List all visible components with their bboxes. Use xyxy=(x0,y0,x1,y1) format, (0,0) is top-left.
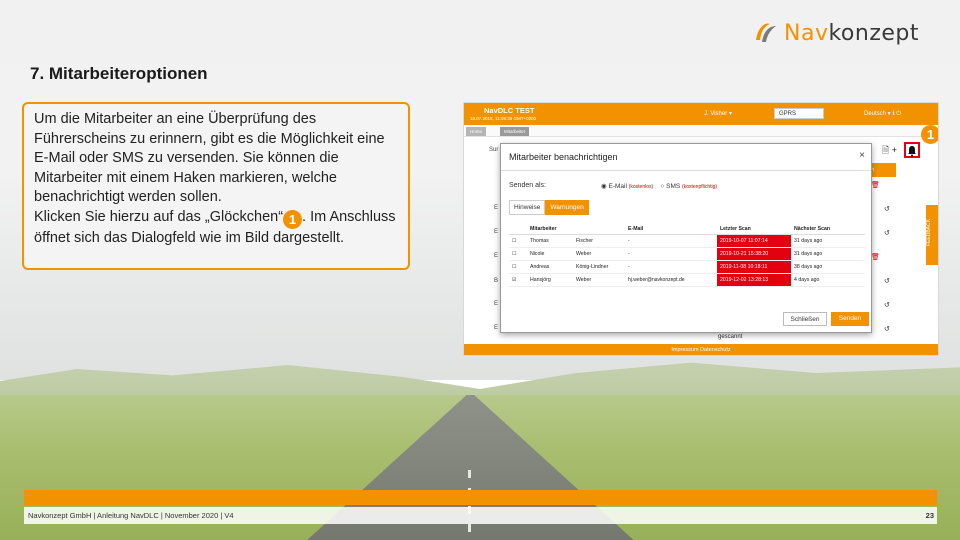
history-icon[interactable]: ↺ xyxy=(884,301,890,309)
send-button[interactable]: Senden xyxy=(831,312,869,326)
row-label: E xyxy=(494,301,499,307)
col-lastname xyxy=(573,224,625,235)
cell-last-scan: 2019-12-02 13:28:13 xyxy=(717,273,791,287)
scanned-label: gescannt xyxy=(718,334,743,340)
cell-mail: hj.weber@navkonzept.de xyxy=(625,273,717,287)
divider xyxy=(501,170,871,171)
bell-button[interactable] xyxy=(904,142,920,158)
history-icon[interactable]: ↺ xyxy=(884,229,890,237)
cell-last-scan: 2019-10-21 15:38:20 xyxy=(717,247,791,261)
send-options: ◉ E-Mail (kostenlos) ○ SMS (kostenpflich… xyxy=(601,182,717,190)
app-screenshot: NavDLC TEST 18.07.2018, 11:08:39 GMT+020… xyxy=(463,102,939,356)
tab-warnings[interactable]: Warnungen xyxy=(545,200,589,215)
email-note: (kostenlos) xyxy=(628,184,654,190)
col-last-scan: Letzter Scan xyxy=(717,224,791,235)
col-check xyxy=(509,224,527,235)
paragraph-2-start: Klicken Sie hierzu auf das „Glöckchen“ xyxy=(34,208,284,225)
logo-text: Navkonzept xyxy=(784,20,920,46)
tab-hints[interactable]: Hinweise xyxy=(509,200,546,215)
cell-last-scan: 2019-10-07 11:07:14 xyxy=(717,234,791,248)
dialog-title: Mitarbeiter benachrichtigen xyxy=(509,152,618,162)
row-checkbox[interactable]: ☐ xyxy=(509,247,527,261)
cell-mail: - xyxy=(625,260,717,274)
cell-first: Andreas xyxy=(527,260,573,274)
history-icon[interactable]: ↺ xyxy=(884,325,890,333)
row-label: E xyxy=(494,325,499,331)
employee-table: Mitarbeiter E-Mail Letzter Scan Nächster… xyxy=(509,224,865,287)
app-header: NavDLC TEST 18.07.2018, 11:08:39 GMT+020… xyxy=(464,103,938,125)
row-label: B xyxy=(494,278,499,284)
email-radio[interactable]: ◉ E-Mail xyxy=(601,183,627,190)
bell-icon xyxy=(908,146,916,157)
row-label: E xyxy=(494,253,499,259)
table-row: ☐ Andreas König-Lindner - 2019-11-08 10:… xyxy=(509,260,865,274)
row-label: Sur xyxy=(489,147,499,153)
footer-text: Navkonzept GmbH | Anleitung NavDLC | Nov… xyxy=(28,511,234,520)
cell-next-scan: 38 days ago xyxy=(791,260,865,274)
cell-next-scan: 31 days ago xyxy=(791,247,865,261)
road-marking xyxy=(468,470,471,540)
step-badge: 1 xyxy=(283,209,303,229)
sms-note: (kostenpflichtig) xyxy=(682,184,718,190)
app-footer[interactable]: Impressum Datenschutz xyxy=(464,344,938,355)
cell-next-scan: 4 days ago xyxy=(791,273,865,287)
cell-next-scan: 31 days ago xyxy=(791,234,865,248)
sms-radio[interactable]: ○ SMS xyxy=(660,183,680,190)
cell-first: Hansjörg xyxy=(527,273,573,287)
cell-mail: - xyxy=(625,247,717,261)
table-row: ☑ Hansjörg Weber hj.weber@navkonzept.de … xyxy=(509,273,865,287)
history-icon[interactable]: ↺ xyxy=(884,277,890,285)
breadcrumb-home[interactable]: Home xyxy=(466,127,487,136)
history-icon[interactable]: ↺ xyxy=(884,205,890,213)
row-checkbox[interactable]: ☑ xyxy=(509,273,527,287)
step-badge-screenshot: 1 xyxy=(921,125,938,144)
cell-first: Thomas xyxy=(527,234,573,248)
cell-mail: - xyxy=(625,234,717,248)
col-employee: Mitarbeiter xyxy=(527,224,573,235)
page-number: 23 xyxy=(925,511,934,520)
col-email: E-Mail xyxy=(625,224,717,235)
table-row: ☐ Nicole Weber - 2019-10-21 15:38:20 31 … xyxy=(509,247,865,261)
cell-last-scan: 2019-11-08 10:18:11 xyxy=(717,260,791,274)
page-title: 7. Mitarbeiteroptionen xyxy=(30,64,208,83)
footer-accent-bar xyxy=(24,490,937,505)
cell-last: Weber xyxy=(573,273,625,287)
navkonzept-logo: Navkonzept xyxy=(752,18,919,48)
user-menu[interactable]: J. Visher ▾ xyxy=(704,110,732,117)
col-next-scan: Nächster Scan xyxy=(791,224,865,235)
table-header: Mitarbeiter E-Mail Letzter Scan Nächster… xyxy=(509,224,865,235)
cell-first: Nicole xyxy=(527,247,573,261)
dialog-tabs: Hinweise Warnungen xyxy=(509,200,589,215)
feedback-tab[interactable]: FEEDBACK xyxy=(926,205,938,265)
cell-last: König-Lindner xyxy=(573,260,625,274)
gprs-select[interactable]: GPRS xyxy=(774,108,824,119)
logo-mark-icon xyxy=(756,23,776,42)
row-label: E xyxy=(494,229,499,235)
cell-last: Weber xyxy=(573,247,625,261)
cell-last: Fischer xyxy=(573,234,625,248)
toolbar-icons: 🗎 + xyxy=(882,145,897,155)
row-label: E xyxy=(494,205,499,211)
row-checkbox[interactable]: ☐ xyxy=(509,234,527,248)
app-date: 18.07.2018, 11:08:39 GMT+0200 xyxy=(470,116,537,121)
row-checkbox[interactable]: ☐ xyxy=(509,260,527,274)
breadcrumb-employees[interactable]: Mitarbeiter xyxy=(500,127,530,136)
paragraph-1: Um die Mitarbeiter an eine Überprüfung d… xyxy=(34,111,385,205)
close-icon[interactable]: × xyxy=(859,150,865,161)
breadcrumb: Home Mitarbeiter xyxy=(464,125,938,137)
app-brand: NavDLC TEST xyxy=(484,106,535,115)
language-menu[interactable]: Deutsch ▾ ℹ ⏻ xyxy=(864,110,901,118)
delete-icon[interactable]: 🗑 xyxy=(871,253,880,261)
delete-icon[interactable]: 🗑 xyxy=(871,181,880,189)
table-row: ☐ Thomas Fischer - 2019-10-07 11:07:14 3… xyxy=(509,234,865,248)
instruction-textbox: Um die Mitarbeiter an eine Überprüfung d… xyxy=(22,102,410,270)
send-as-label: Senden als: xyxy=(509,182,546,189)
notify-dialog: Mitarbeiter benachrichtigen × Senden als… xyxy=(500,143,872,333)
close-button[interactable]: Schließen xyxy=(783,312,827,326)
